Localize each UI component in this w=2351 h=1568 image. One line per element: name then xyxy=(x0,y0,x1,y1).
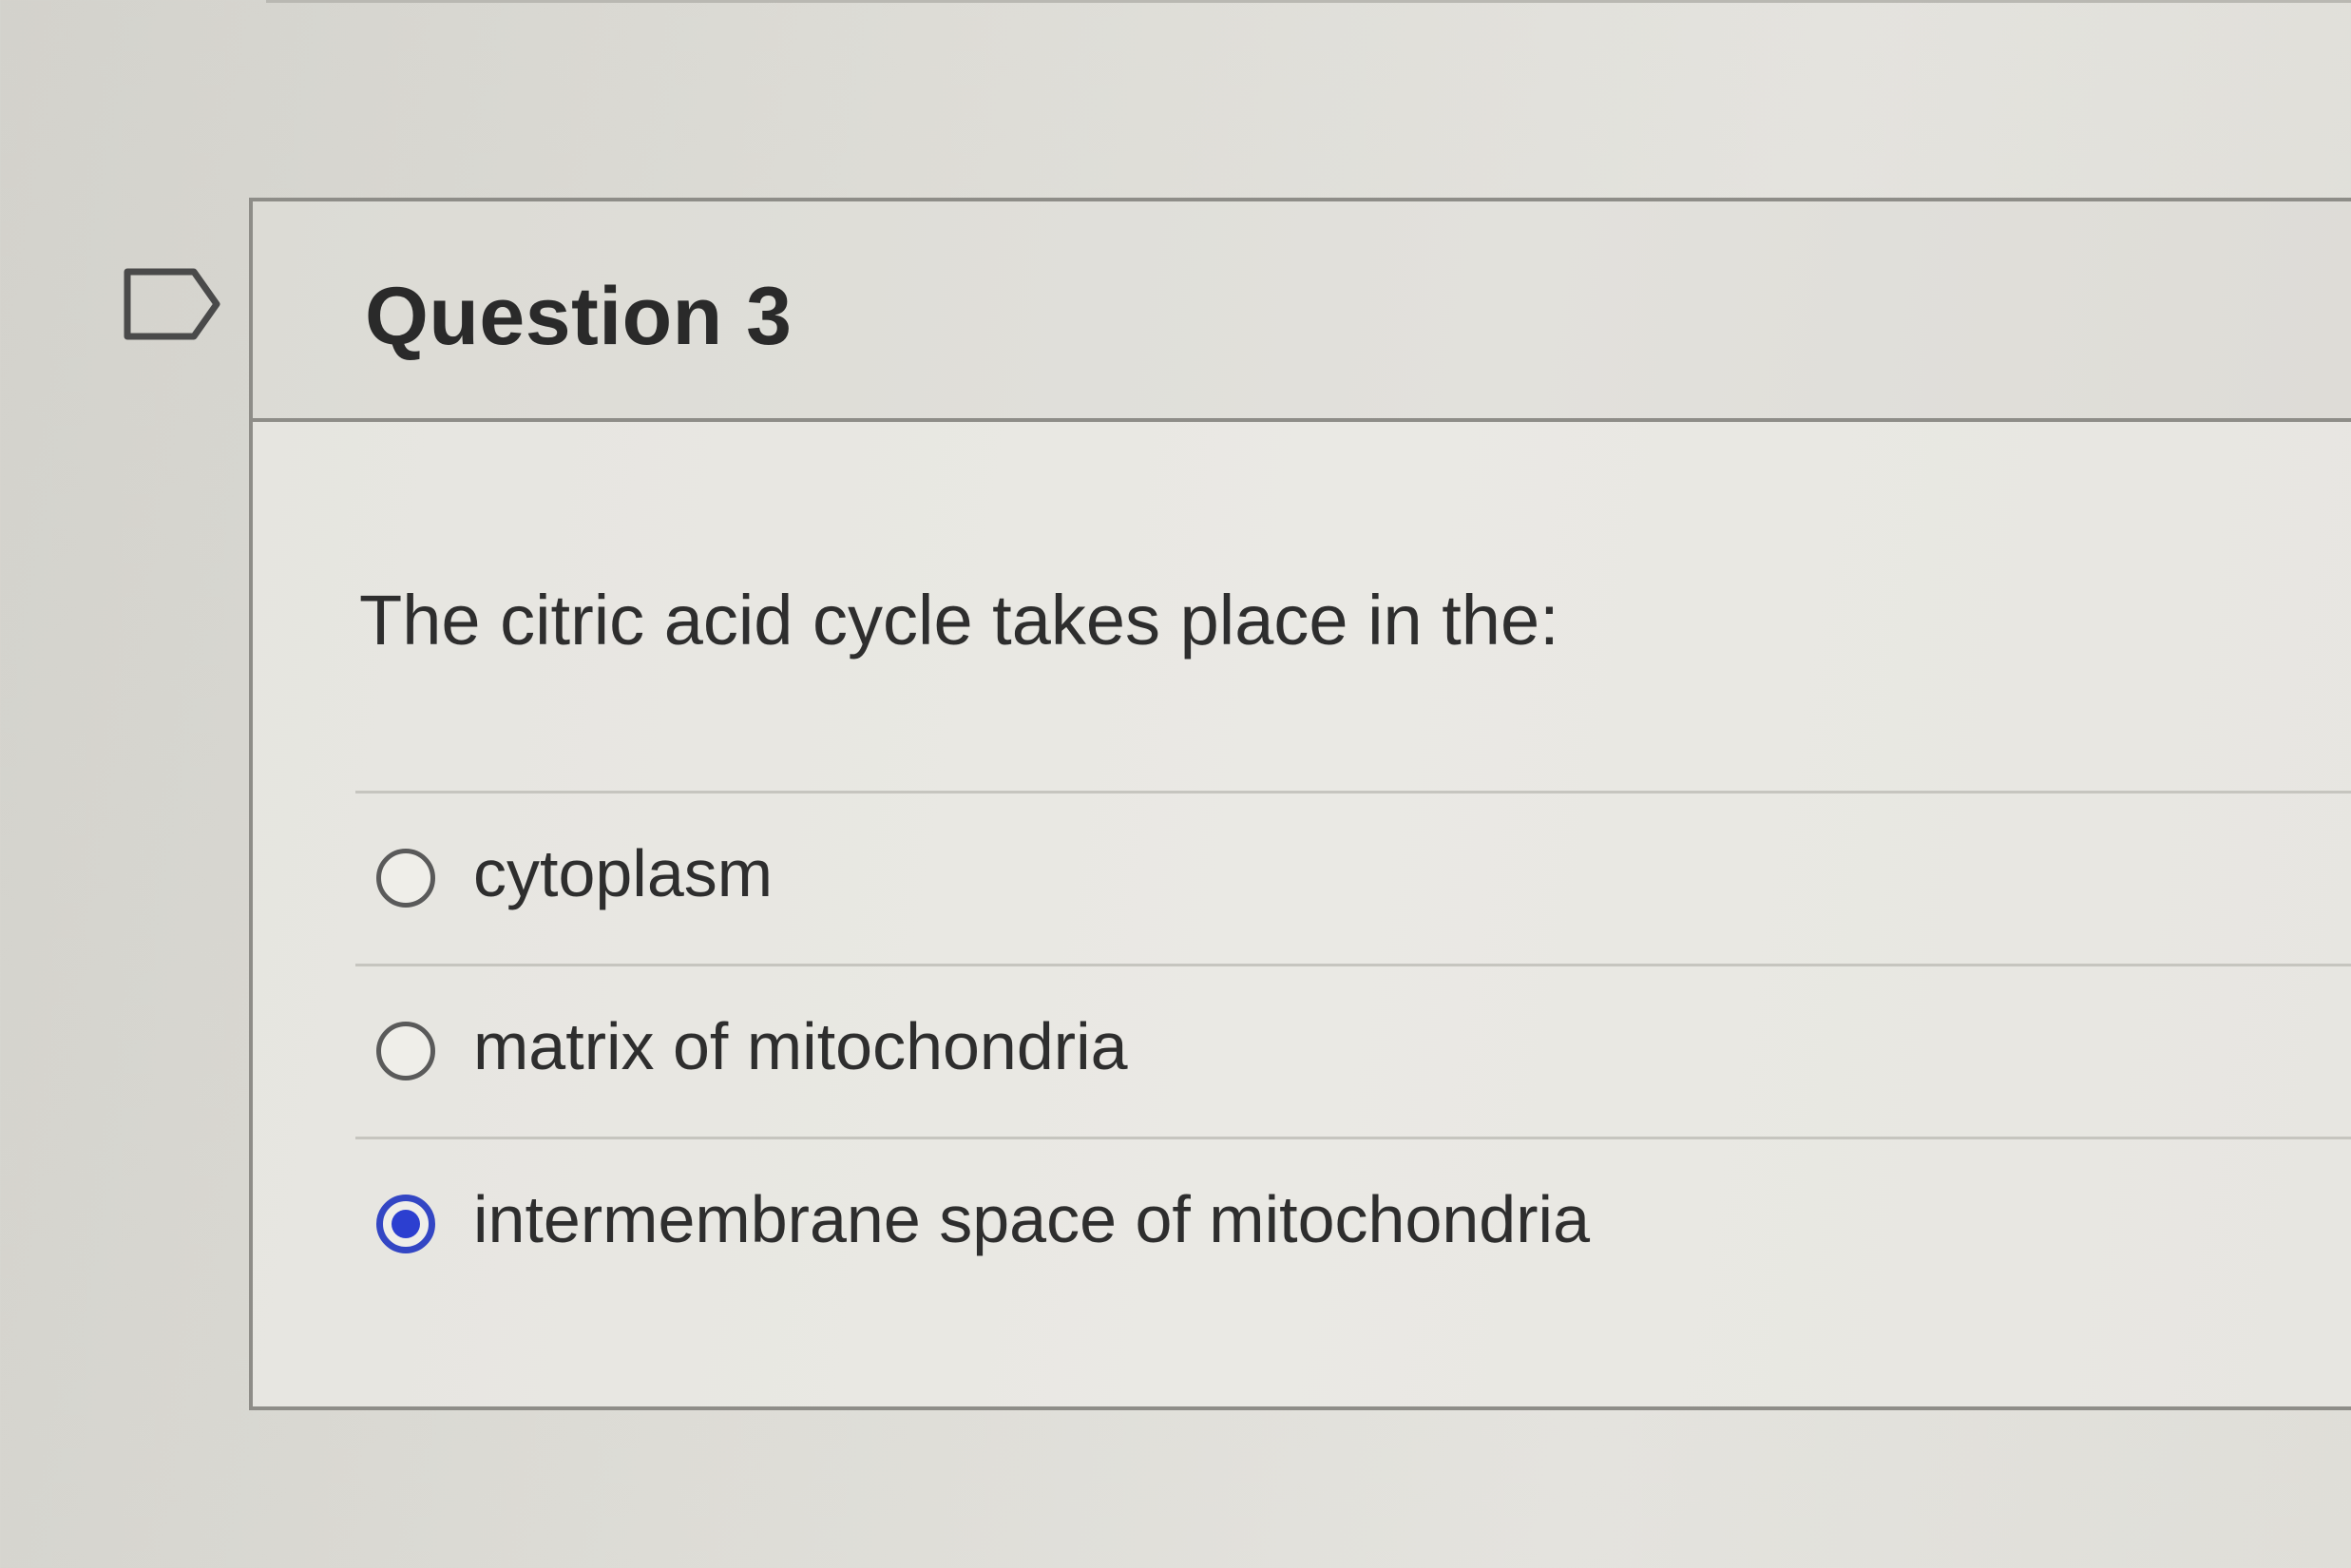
question-prompt: The citric acid cycle takes place in the… xyxy=(359,581,1559,660)
question-card: Question 3 The citric acid cycle takes p… xyxy=(249,198,2351,1410)
answer-label[interactable]: cytoplasm xyxy=(473,835,773,911)
top-divider xyxy=(266,0,2351,3)
radio-button[interactable] xyxy=(376,1022,435,1080)
answer-option-matrix[interactable]: matrix of mitochondria xyxy=(355,964,2351,1137)
radio-button-selected[interactable] xyxy=(376,1195,435,1253)
radio-button[interactable] xyxy=(376,849,435,908)
answer-option-intermembrane[interactable]: intermembrane space of mitochondria xyxy=(355,1137,2351,1310)
answer-label[interactable]: matrix of mitochondria xyxy=(473,1008,1128,1084)
question-header: Question 3 xyxy=(253,201,2351,422)
question-title: Question 3 xyxy=(365,271,793,362)
answer-option-cytoplasm[interactable]: cytoplasm xyxy=(355,791,2351,964)
flag-question-icon[interactable] xyxy=(122,266,224,342)
answer-label[interactable]: intermembrane space of mitochondria xyxy=(473,1181,1590,1257)
answer-list: cytoplasm matrix of mitochondria interme… xyxy=(355,791,2351,1310)
